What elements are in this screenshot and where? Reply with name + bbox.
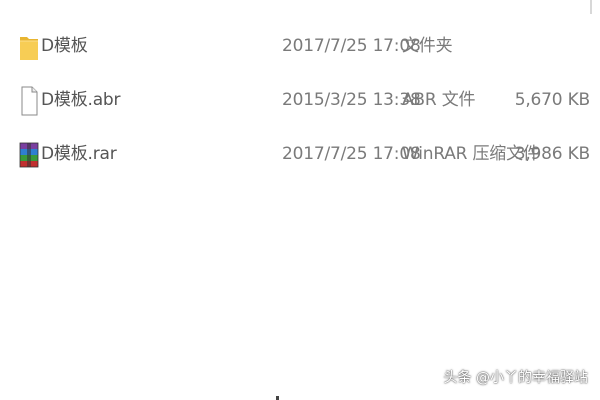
file-name: D模板.rar [41, 144, 117, 164]
file-row-folder[interactable]: D模板 2017/7/25 17:08 文件夹 [0, 26, 600, 80]
file-row-abr[interactable]: D模板.abr 2015/3/25 13:38 ABR 文件 5,670 KB [0, 80, 600, 134]
file-date-modified: 2015/3/25 13:38 [282, 90, 421, 110]
bottom-edge-marker [276, 396, 279, 400]
file-size: 5,670 KB [514, 90, 590, 110]
winrar-archive-icon [18, 138, 40, 172]
file-list: D模板 2017/7/25 17:08 文件夹 D模板.abr 2015/3/2… [0, 26, 600, 188]
file-date-modified: 2017/7/25 17:08 [282, 144, 421, 164]
document-icon [18, 84, 40, 118]
file-name: D模板.abr [41, 90, 121, 110]
file-type: 文件夹 [402, 36, 453, 56]
file-row-rar[interactable]: D模板.rar 2017/7/25 17:08 WinRAR 压缩文件 3,98… [0, 134, 600, 188]
file-type: ABR 文件 [402, 90, 476, 110]
folder-icon [18, 30, 40, 64]
file-size: 3,986 KB [514, 144, 590, 164]
scroll-edge-marker [590, 0, 592, 14]
watermark: 头条 @小丫的幸福驿站 [443, 370, 588, 386]
file-date-modified: 2017/7/25 17:08 [282, 36, 421, 56]
file-name: D模板 [41, 36, 88, 56]
